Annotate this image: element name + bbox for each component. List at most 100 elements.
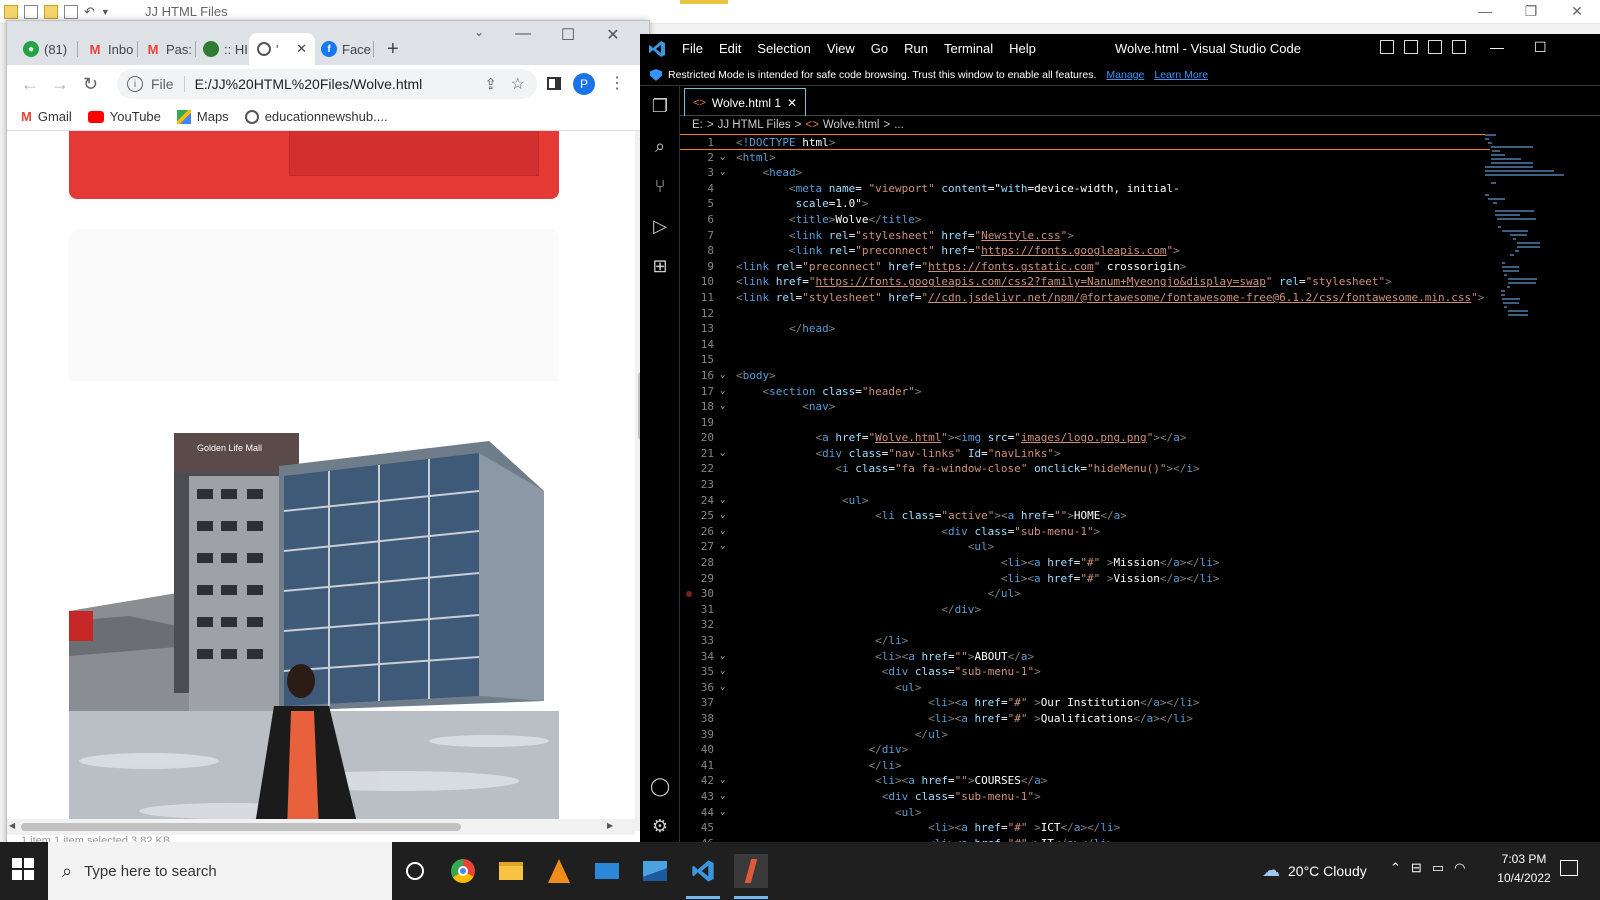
battery-icon[interactable]: ▭ bbox=[1432, 860, 1444, 876]
explorer-files-icon[interactable]: ❐ bbox=[650, 96, 670, 116]
learn-more-link[interactable]: Learn More bbox=[1154, 69, 1208, 81]
fold-chevron-icon[interactable]: ⌄ bbox=[720, 150, 725, 166]
code-line[interactable]: 26 ⌄ <div class="sub-menu-1"> bbox=[680, 524, 1490, 540]
toggle-panel-icon[interactable] bbox=[1404, 40, 1418, 54]
fold-chevron-icon[interactable]: ⌄ bbox=[720, 446, 725, 462]
toggle-secondary-sidebar-icon[interactable] bbox=[1428, 40, 1442, 54]
code-line[interactable]: 11 <link rel="stylesheet" href="//cdn.jsd… bbox=[680, 290, 1490, 306]
bookmark-gmail[interactable]: M Gmail bbox=[21, 109, 72, 124]
code-line[interactable]: 24 ⌄ <ul> bbox=[680, 493, 1490, 509]
fold-chevron-icon[interactable]: ⌄ bbox=[720, 789, 725, 805]
toggle-primary-sidebar-icon[interactable] bbox=[1380, 40, 1394, 54]
code-line[interactable]: 6 <title>Wolve</title> bbox=[680, 212, 1490, 228]
mail-icon[interactable] bbox=[590, 854, 624, 888]
fold-chevron-icon[interactable]: ⌄ bbox=[720, 680, 725, 696]
code-line[interactable]: 23 bbox=[680, 477, 1490, 493]
code-line[interactable]: 20 <a href="Wolve.html"><img src="images… bbox=[680, 430, 1490, 446]
scroll-left-icon[interactable]: ◀ bbox=[9, 821, 15, 830]
tab-site[interactable]: :: HI bbox=[195, 33, 256, 65]
menu-selection[interactable]: Selection bbox=[757, 41, 810, 56]
bookmark-educationnewshub[interactable]: educationnewshub.... bbox=[244, 109, 388, 124]
tab-gmail-inbox[interactable]: M Inbo bbox=[79, 33, 141, 65]
menu-terminal[interactable]: Terminal bbox=[944, 41, 993, 56]
close-button[interactable]: ✕ bbox=[1554, 0, 1600, 22]
minimize-button[interactable]: — bbox=[1462, 0, 1508, 22]
code-line[interactable]: 22 <i class="fa fa-window-close" onclick… bbox=[680, 461, 1490, 477]
side-panel-icon[interactable] bbox=[547, 77, 561, 90]
menu-edit[interactable]: Edit bbox=[719, 41, 741, 56]
fold-chevron-icon[interactable]: ⌄ bbox=[720, 493, 725, 509]
back-icon[interactable]: ← bbox=[21, 74, 39, 95]
app-icon[interactable] bbox=[734, 854, 768, 888]
close-button[interactable]: ✕ bbox=[593, 25, 633, 45]
breadcrumb-drive[interactable]: E: bbox=[692, 119, 703, 131]
search-icon[interactable]: ⌕ bbox=[650, 136, 670, 156]
vlc-icon[interactable] bbox=[542, 854, 576, 888]
code-line[interactable]: 44 ⌄ <ul> bbox=[680, 805, 1490, 821]
code-line[interactable]: 13 </head> bbox=[680, 321, 1490, 337]
taskbar-search[interactable]: ⌕ Type here to search bbox=[48, 842, 392, 900]
code-line[interactable]: 17 ⌄ <section class="header"> bbox=[680, 384, 1490, 400]
vscode-icon[interactable] bbox=[686, 854, 720, 888]
code-line[interactable]: 2 ⌄ <html> bbox=[680, 150, 1490, 166]
fold-chevron-icon[interactable]: ⌄ bbox=[720, 384, 725, 400]
reload-icon[interactable]: ↻ bbox=[83, 74, 98, 95]
minimize-button[interactable]: — bbox=[503, 25, 543, 43]
code-line[interactable]: 41 </li> bbox=[680, 758, 1490, 774]
undo-icon[interactable]: ↶ bbox=[84, 4, 95, 20]
bookmark-star-icon[interactable]: ☆ bbox=[511, 74, 525, 94]
code-line[interactable]: 29 <li><a href="#" >Vission</a></li> bbox=[680, 571, 1490, 587]
code-line[interactable]: 1 <!DOCTYPE html> bbox=[680, 134, 1490, 150]
network-icon[interactable]: ⊟ bbox=[1411, 860, 1422, 876]
code-line[interactable]: 9 <link rel="preconnect" href="https://fo… bbox=[680, 259, 1490, 275]
new-folder-icon[interactable] bbox=[44, 5, 58, 19]
tab-whatsapp[interactable]: ● (81) bbox=[15, 33, 75, 65]
code-line[interactable]: 8 <link rel="preconnect" href="https://f… bbox=[680, 243, 1490, 259]
menu-file[interactable]: File bbox=[682, 41, 703, 56]
maximize-button[interactable]: ☐ bbox=[548, 25, 588, 45]
code-line[interactable]: 27 ⌄ <ul> bbox=[680, 539, 1490, 555]
menu-kebab-icon[interactable]: ⋮ bbox=[609, 73, 625, 93]
clock[interactable]: 7:03 PM 10/4/2022 bbox=[1484, 850, 1564, 888]
rename-icon[interactable] bbox=[64, 5, 78, 19]
code-editor[interactable]: 1 <!DOCTYPE html> 2 ⌄ <html> 3 ⌄ <head> 4 <meta… bbox=[680, 134, 1490, 842]
account-icon[interactable]: ◯ bbox=[650, 776, 670, 796]
tab-facebook[interactable]: f Face bbox=[313, 33, 379, 65]
fold-chevron-icon[interactable]: ⌄ bbox=[720, 524, 725, 540]
customize-layout-icon[interactable] bbox=[1452, 40, 1466, 54]
code-line[interactable]: 39 </ul> bbox=[680, 727, 1490, 743]
task-view-icon[interactable] bbox=[398, 854, 432, 888]
chrome-icon[interactable] bbox=[446, 854, 480, 888]
fold-chevron-icon[interactable]: ⌄ bbox=[720, 508, 725, 524]
notification-center-icon[interactable] bbox=[1560, 860, 1578, 876]
wifi-icon[interactable]: ◠ bbox=[1454, 860, 1465, 876]
fold-chevron-icon[interactable]: ⌄ bbox=[720, 773, 725, 789]
code-line[interactable]: 30 </ul> bbox=[680, 586, 1490, 602]
horizontal-scrollbar[interactable]: ◀ ▶ bbox=[7, 819, 635, 835]
tab-active[interactable]: ' ✕ bbox=[249, 33, 315, 65]
menu-run[interactable]: Run bbox=[904, 41, 928, 56]
folder-icon[interactable] bbox=[4, 5, 18, 19]
fold-chevron-icon[interactable]: ⌄ bbox=[720, 805, 725, 821]
info-icon[interactable]: i bbox=[127, 76, 143, 92]
code-line[interactable]: 21 ⌄ <div class="nav-links" Id="navLinks"… bbox=[680, 446, 1490, 462]
code-line[interactable]: 33 </li> bbox=[680, 633, 1490, 649]
code-line[interactable]: 15 bbox=[680, 352, 1490, 368]
editor-tab-wolve[interactable]: <> Wolve.html 1 ✕ bbox=[684, 88, 807, 116]
code-line[interactable]: 5 scale=1.0"> bbox=[680, 196, 1490, 212]
breadcrumb-folder[interactable]: JJ HTML Files bbox=[718, 119, 791, 131]
windows-start-icon[interactable] bbox=[12, 858, 34, 880]
code-line[interactable]: 34 ⌄ <li><a href="">ABOUT</a> bbox=[680, 649, 1490, 665]
menu-view[interactable]: View bbox=[827, 41, 855, 56]
code-line[interactable]: 25 ⌄ <li class="active"><a href="">HOME</… bbox=[680, 508, 1490, 524]
code-line[interactable]: 4 <meta name= "viewport" content="with=d… bbox=[680, 181, 1490, 197]
close-tab-icon[interactable]: ✕ bbox=[296, 41, 307, 57]
forward-icon[interactable]: → bbox=[51, 74, 69, 95]
extensions-icon[interactable]: ⊞ bbox=[650, 256, 670, 276]
restore-button[interactable]: ❐ bbox=[1508, 0, 1554, 22]
code-line[interactable]: 42 ⌄ <li><a href="">COURSES</a> bbox=[680, 773, 1490, 789]
menu-go[interactable]: Go bbox=[871, 41, 888, 56]
chevron-up-icon[interactable]: ⌃ bbox=[1390, 860, 1401, 876]
bookmark-maps[interactable]: Maps bbox=[176, 109, 229, 124]
code-line[interactable]: 12 bbox=[680, 306, 1490, 322]
